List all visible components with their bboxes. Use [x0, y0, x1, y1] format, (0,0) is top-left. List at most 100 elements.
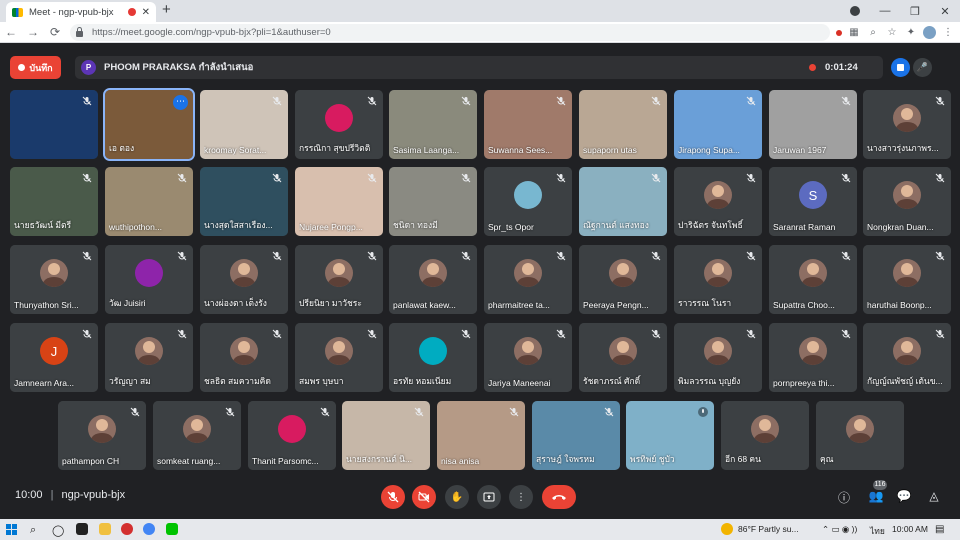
close-window-button[interactable]: ✕ [930, 5, 960, 18]
participant-tile[interactable]: สุราษฎ์ ใจพรหม [532, 401, 620, 470]
participant-tile[interactable]: somkeat ruang... [153, 401, 241, 470]
participant-tile[interactable]: kroomay Sorat... [200, 90, 288, 159]
participant-tile[interactable]: กรรณิกา สุขปรีวิตติ [295, 90, 383, 159]
new-tab-button[interactable]: + [162, 1, 171, 18]
participant-name: Jamnearn Ara... [14, 378, 75, 388]
activities-icon[interactable]: ◬ [926, 489, 942, 505]
tab-close-icon[interactable]: ✕ [142, 7, 150, 18]
star-icon[interactable]: ☆ [885, 27, 899, 38]
participant-tile[interactable]: pathampon CH [58, 401, 146, 470]
participant-tile[interactable]: ณัฐกานต์ แสงทอง [579, 167, 667, 236]
participant-tile[interactable]: นางผ่องตา เต็งรัง [200, 245, 288, 314]
participant-tile[interactable]: pharmaitree ta... [484, 245, 572, 314]
participant-tile[interactable]: Nongkran Duan... [863, 167, 951, 236]
menu-kebab-icon[interactable]: ⋮ [941, 27, 955, 38]
participant-tile[interactable]: wuthipothon... [105, 167, 193, 236]
notification-icon[interactable]: ▤ [935, 524, 944, 535]
extensions-icon[interactable]: ✦ [904, 27, 918, 38]
tray-icons[interactable]: ⌃ ▭ ◉ )) [822, 524, 857, 535]
participant-tile[interactable]: S Saranrat Raman [769, 167, 857, 236]
participant-tile[interactable]: วัฒ Juisiri [105, 245, 193, 314]
camera-off-button[interactable] [412, 485, 436, 509]
participant-tile[interactable]: ราวรรณ โนรา [674, 245, 762, 314]
mic-muted-icon [935, 173, 945, 183]
participant-tile[interactable]: กัญญ์ณพัชญ์ เต้นข... [863, 323, 951, 392]
participant-tile[interactable]: ปาริฉัตร จันทโพธิ์ [674, 167, 762, 236]
qr-code-icon[interactable]: ▦ [847, 27, 861, 38]
search-icon[interactable]: ⌕ [30, 524, 36, 537]
participant-tile[interactable]: นายธวัฒน์ มีตรี [10, 167, 98, 236]
task-view-icon[interactable]: ◯ [52, 524, 64, 537]
participant-tile[interactable]: supaporn utas [579, 90, 667, 159]
mic-off-button[interactable] [381, 485, 405, 509]
raise-hand-button[interactable]: ✋ [445, 485, 469, 509]
tile-more-options-icon[interactable]: ⋯ [173, 95, 188, 110]
participant-tile[interactable]: Supattra Choo... [769, 245, 857, 314]
participant-tile[interactable]: panlawat kaew... [389, 245, 477, 314]
participant-tile[interactable]: Nujaree Pongp... [295, 167, 383, 236]
camera-in-use-icon[interactable] [836, 29, 842, 36]
people-icon[interactable]: 👥 [868, 489, 884, 505]
presenter-avatar: P [81, 60, 96, 75]
terminal-icon[interactable] [76, 523, 88, 535]
participant-tile[interactable]: Jirapong Supa... [674, 90, 762, 159]
line-app-icon[interactable] [166, 523, 178, 535]
participant-tile[interactable]: วรัญญา สม [105, 323, 193, 392]
profile-avatar[interactable] [923, 26, 936, 39]
meeting-info-icon[interactable]: ⓘ [836, 489, 852, 505]
participant-tile[interactable]: pornpreeya thi... [769, 323, 857, 392]
back-arrow-icon[interactable]: ← [0, 25, 22, 39]
file-explorer-icon[interactable] [99, 523, 111, 535]
participant-tile[interactable]: อีก 68 คน [721, 401, 809, 470]
record-button[interactable]: บันทึก [10, 56, 61, 79]
participant-tile[interactable]: ⋯ เอ ตอง [103, 88, 195, 161]
minimize-button[interactable]: — [870, 5, 900, 17]
participant-tile[interactable]: พิมลวรรณ บุญยัง [674, 323, 762, 392]
participant-tile[interactable]: นายสงกรานต์ นิ... [342, 401, 430, 470]
maximize-button[interactable]: ❐ [900, 5, 930, 18]
participant-tile[interactable]: สมพร บุษบา [295, 323, 383, 392]
participant-tile[interactable]: haruthai Boonp... [863, 245, 951, 314]
weather-text[interactable]: 86°F Partly su... [738, 524, 799, 534]
present-button[interactable] [477, 485, 501, 509]
participant-tile[interactable]: นางสุดใสสาเรือง... [200, 167, 288, 236]
system-clock[interactable]: 10:00 AM [892, 524, 928, 534]
url-text: https://meet.google.com/ngp-vpub-bjx?pli… [92, 27, 331, 38]
participant-tile[interactable]: Peeraya Pengn... [579, 245, 667, 314]
chat-icon[interactable]: 💬 [896, 489, 912, 505]
leave-call-button[interactable] [542, 485, 576, 509]
participant-tile[interactable]: Suwanna Sees... [484, 90, 572, 159]
participant-tile[interactable]: Thanit Parsomc... [248, 401, 336, 470]
participant-tile[interactable] [10, 90, 98, 159]
participant-tile[interactable]: คุณ [816, 401, 904, 470]
chrome-icon[interactable] [143, 523, 155, 535]
participant-tile[interactable]: ชลธิต สมความคิด [200, 323, 288, 392]
language-indicator[interactable]: ไทย [870, 524, 885, 538]
participant-tile[interactable]: นางสาวรุ่งนภาพร... [863, 90, 951, 159]
participant-tile[interactable]: nisa anisa [437, 401, 525, 470]
participant-avatar [609, 337, 637, 366]
browser-tab[interactable]: Meet - ngp-vpub-bjx ✕ [6, 2, 156, 22]
participant-tile[interactable]: Jariya Maneenai [484, 323, 572, 392]
participant-tile[interactable]: J Jamnearn Ara... [10, 323, 98, 392]
participant-tile[interactable]: อรทัย หอมเนียม [389, 323, 477, 392]
participant-tile[interactable]: Thunyathon Sri... [10, 245, 98, 314]
participant-tile[interactable]: Spr_ts Opor [484, 167, 572, 236]
participant-tile[interactable]: ปรียนิยา มาวัชระ [295, 245, 383, 314]
participant-tile[interactable]: Jaruwan 1967 [769, 90, 857, 159]
reload-icon[interactable]: ⟳ [44, 25, 66, 39]
stop-recording-button[interactable] [891, 58, 910, 77]
forward-arrow-icon[interactable]: → [22, 25, 44, 39]
opera-icon[interactable] [121, 523, 133, 535]
presentation-mic-button[interactable]: 🎤 [913, 58, 932, 77]
participant-tile[interactable]: พรทิพย์ ชูบัว [626, 401, 714, 470]
zoom-icon[interactable]: ⌕ [866, 27, 880, 38]
participant-tile[interactable]: Sasima Laanga... [389, 90, 477, 159]
mic-muted-icon [461, 251, 471, 261]
address-bar[interactable]: https://meet.google.com/ngp-vpub-bjx?pli… [70, 24, 830, 41]
more-options-button[interactable]: ⋮ [509, 485, 533, 509]
profile-dot-icon[interactable] [850, 6, 860, 16]
windows-start-icon[interactable] [6, 524, 17, 535]
participant-tile[interactable]: รัชดาภรณ์ ศักดิ์ [579, 323, 667, 392]
participant-tile[interactable]: ชนิดา ทองมี [389, 167, 477, 236]
